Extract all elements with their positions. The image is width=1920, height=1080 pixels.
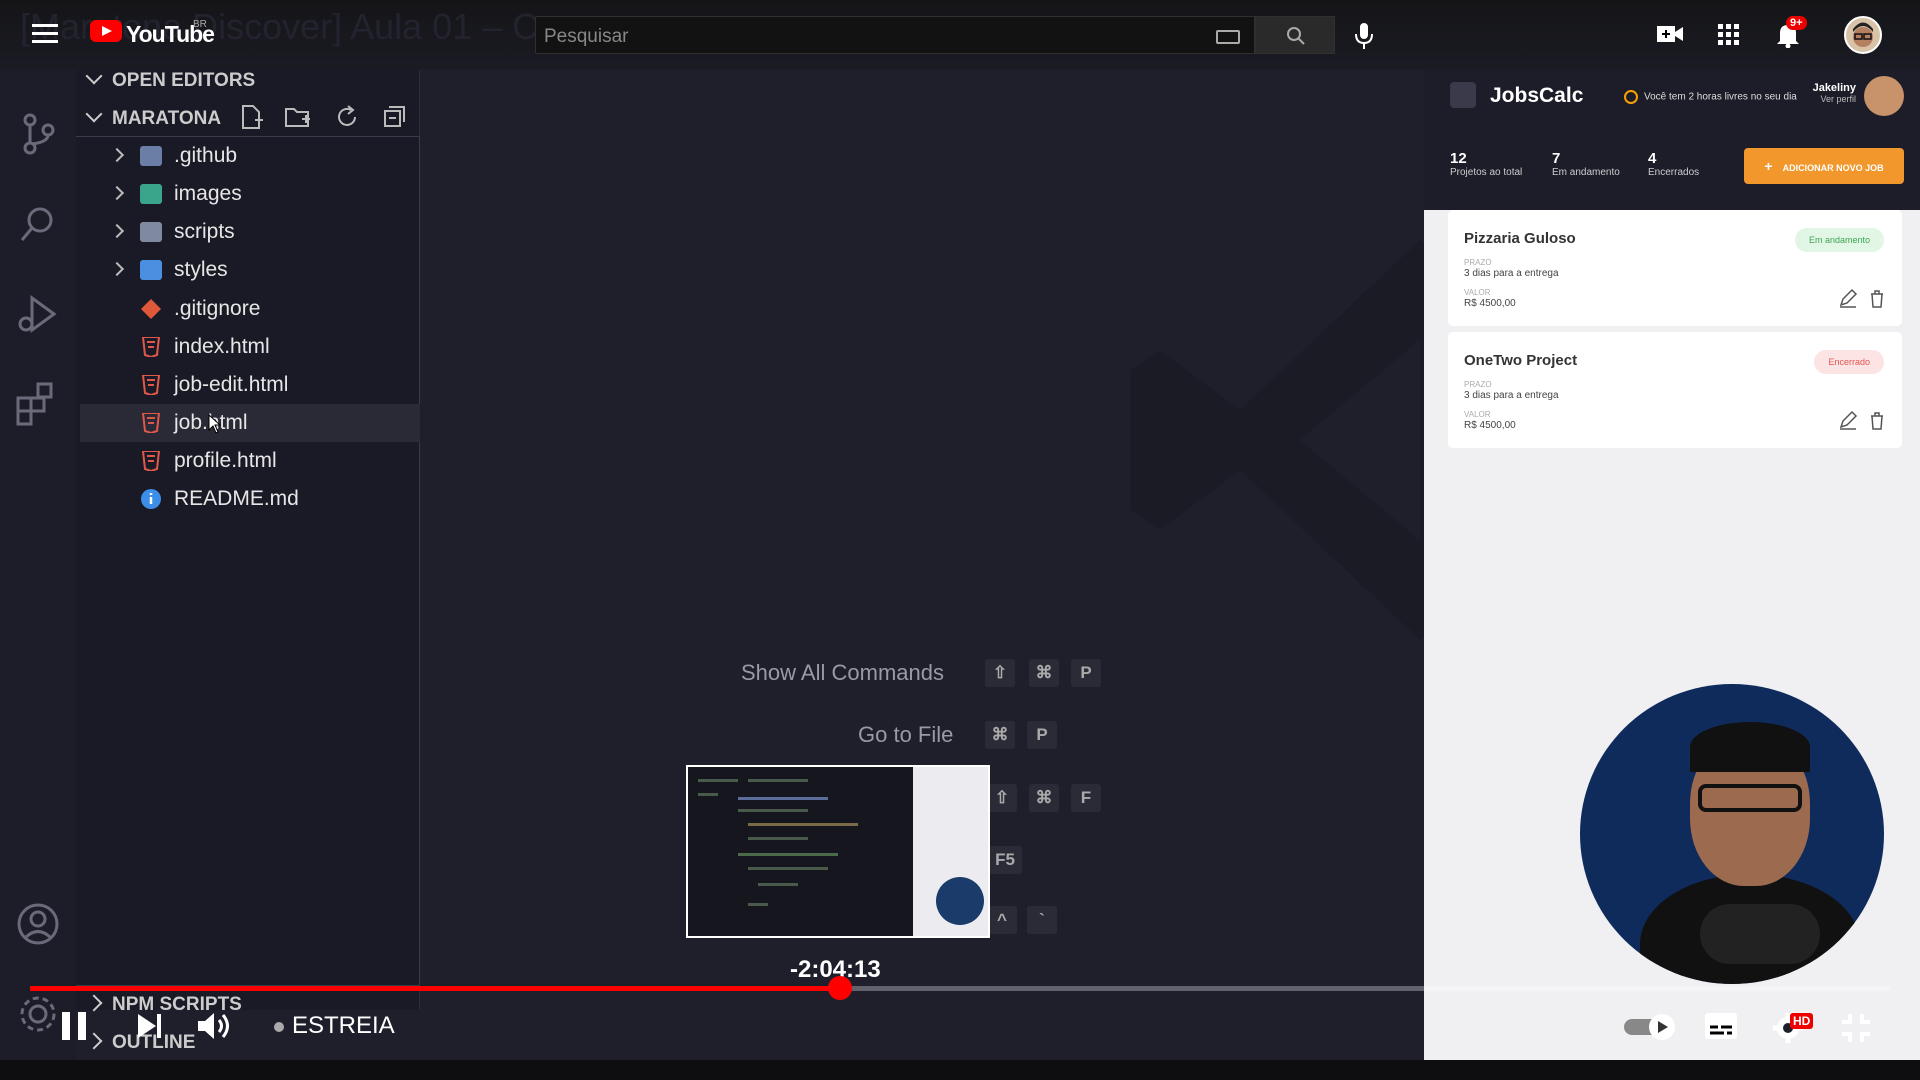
tree-item-job-html[interactable]: job.html (80, 404, 420, 442)
seek-bar[interactable] (30, 986, 1890, 991)
stat-closed: 4 Encerrados (1648, 150, 1700, 178)
apps-grid-icon[interactable] (1718, 24, 1740, 46)
subtitles-icon[interactable] (1704, 1012, 1738, 1040)
account-avatar[interactable] (1844, 16, 1882, 54)
create-video-icon[interactable] (1656, 24, 1684, 44)
tree-item-images[interactable]: images (80, 175, 420, 213)
open-editors-header[interactable]: OPEN EDITORS (85, 67, 255, 92)
seek-bar-played (30, 986, 849, 991)
key-shift: ⇧ (985, 659, 1015, 687)
tree-item-styles[interactable]: styles (80, 251, 420, 289)
key-p: P (1027, 721, 1057, 749)
tree-item-readme[interactable]: README.md (80, 480, 420, 518)
autoplay-toggle-icon[interactable] (1622, 1012, 1678, 1042)
status-badge: Em andamento (1794, 228, 1884, 252)
country-code: BR (193, 19, 207, 30)
tree-item-index-html[interactable]: index.html (80, 328, 420, 366)
jobscalc-header: JobsCalc Você tem 2 horas livres no seu … (1424, 70, 1920, 210)
source-control-icon[interactable] (14, 110, 62, 158)
seek-bar-scrubber[interactable] (828, 976, 852, 1000)
key-shift: ⇧ (987, 784, 1017, 812)
trash-icon[interactable] (1870, 412, 1884, 430)
hd-badge: HD (1790, 1013, 1814, 1029)
search-icon (1287, 27, 1305, 45)
microphone-icon[interactable] (1354, 22, 1374, 50)
html5-icon (141, 375, 161, 395)
premiere-label: ESTREIA (274, 1012, 395, 1040)
jobscalc-title: JobsCalc (1490, 84, 1584, 107)
keyboard-icon[interactable] (1216, 30, 1240, 44)
stat-total: 12 Projetos ao total (1450, 150, 1523, 178)
new-file-icon[interactable] (238, 104, 264, 130)
add-job-button[interactable]: + ADICIONAR NOVO JOB (1744, 148, 1904, 184)
folder-icon (140, 260, 162, 280)
show-all-commands-label: Show All Commands (741, 660, 944, 685)
presenter-webcam (1580, 684, 1884, 984)
key-cmd: ⌘ (1029, 659, 1059, 687)
exit-fullscreen-icon[interactable] (1840, 1012, 1872, 1044)
key-backtick: ` (1027, 906, 1057, 934)
trash-icon[interactable] (1870, 290, 1884, 308)
vscode-activity-bar (0, 70, 76, 1060)
folder-icon (140, 146, 162, 166)
key-cmd: ⌘ (1029, 784, 1059, 812)
tree-item-scripts[interactable]: scripts (80, 213, 420, 251)
job-card: OneTwo Project Encerrado PRAZO 3 dias pa… (1448, 332, 1902, 448)
youtube-player-page: OPEN EDITORS MARATONA NPM SCRIPTS OUTLIN… (0, 0, 1920, 1080)
workspace-header[interactable]: MARATONA (85, 105, 221, 130)
refresh-icon[interactable] (334, 104, 360, 130)
search-button[interactable] (1255, 16, 1335, 54)
extensions-icon[interactable] (14, 380, 62, 428)
settings-gear-icon[interactable] (14, 990, 62, 1038)
search-input[interactable]: Pesquisar (535, 16, 1255, 54)
alert-icon (1624, 90, 1638, 104)
volume-icon[interactable] (196, 1010, 234, 1042)
youtube-masthead: [Maratona Discover] Aula 01 – Co... YouT… (0, 0, 1920, 70)
accounts-icon[interactable] (14, 900, 62, 948)
job-card: Pizzaria Guloso Em andamento PRAZO 3 dia… (1448, 210, 1902, 326)
search-icon[interactable] (14, 200, 62, 248)
menu-icon[interactable] (32, 24, 58, 44)
tree-item-github[interactable]: .github (80, 137, 420, 175)
html5-icon (141, 451, 161, 471)
key-f: F (1071, 784, 1101, 812)
tree-item-job-edit-html[interactable]: job-edit.html (80, 366, 420, 404)
edit-icon[interactable] (1838, 288, 1858, 308)
pause-icon[interactable] (60, 1010, 88, 1042)
stat-in-progress: 7 Em andamento (1552, 150, 1620, 178)
edit-icon[interactable] (1838, 410, 1858, 430)
free-hours-notice: Você tem 2 horas livres no seu dia (1624, 90, 1797, 104)
user-info[interactable]: Jakeliny Ver perfil (1800, 82, 1856, 104)
html5-icon (141, 337, 161, 357)
tree-item-profile-html[interactable]: profile.html (80, 442, 420, 480)
git-icon (141, 299, 161, 319)
info-icon (141, 489, 161, 509)
jobscalc-logo-icon (1450, 82, 1476, 108)
folder-icon (140, 184, 162, 204)
go-to-file-label: Go to File (858, 722, 954, 747)
html5-icon (141, 413, 161, 433)
youtube-logo-icon[interactable] (90, 20, 122, 42)
mouse-cursor-icon (208, 414, 222, 434)
run-debug-icon[interactable] (14, 290, 62, 338)
video-frame[interactable]: OPEN EDITORS MARATONA NPM SCRIPTS OUTLIN… (0, 0, 1920, 1060)
user-avatar[interactable] (1864, 76, 1904, 116)
page-bottom-strip (0, 1060, 1920, 1080)
collapse-all-icon[interactable] (382, 104, 408, 130)
status-badge: Encerrado (1814, 350, 1884, 374)
seek-preview-thumbnail (686, 765, 990, 938)
next-video-icon[interactable] (136, 1012, 164, 1040)
key-p: P (1071, 659, 1101, 687)
key-ctrl: ^ (987, 906, 1017, 934)
folder-icon (140, 222, 162, 242)
key-cmd: ⌘ (985, 721, 1015, 749)
key-f5: F5 (988, 846, 1022, 874)
new-folder-icon[interactable] (284, 104, 312, 130)
notification-count-badge: 9+ (1786, 16, 1807, 30)
tree-item-gitignore[interactable]: .gitignore (80, 290, 420, 328)
